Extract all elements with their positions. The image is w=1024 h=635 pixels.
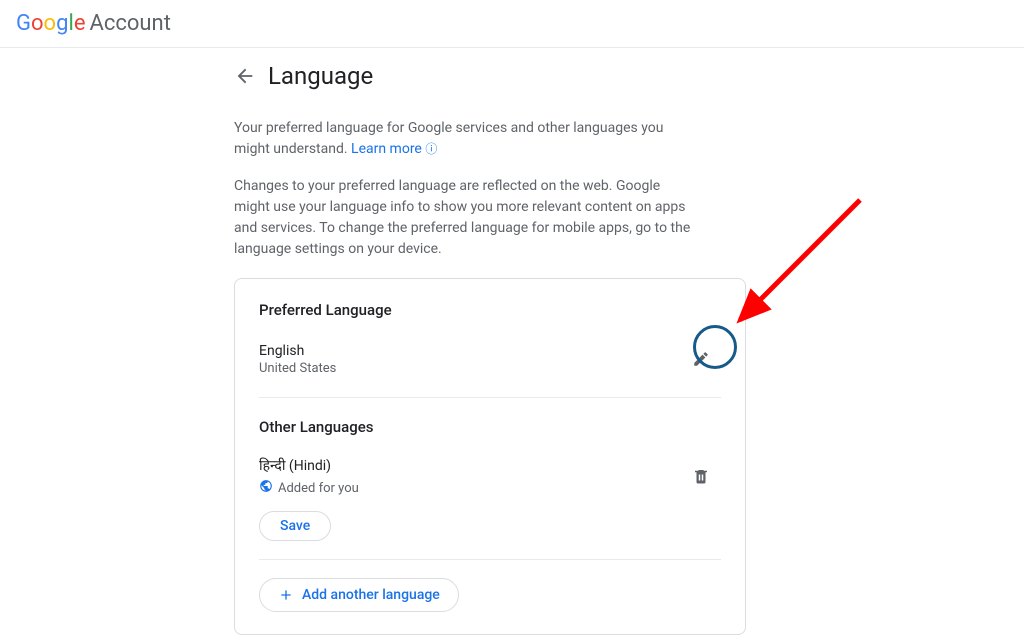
preferred-language-region: United States xyxy=(259,361,336,376)
learn-more-link[interactable]: Learn more ⓘ xyxy=(351,141,437,157)
preferred-language-row: English United States xyxy=(259,339,721,398)
other-language-row: हिन्दी (Hindi) Added for you xyxy=(259,456,721,497)
preferred-language-info: English United States xyxy=(259,343,336,376)
page-title: Language xyxy=(268,62,373,90)
desc1-text: Your preferred language for Google servi… xyxy=(234,120,663,157)
edit-button[interactable] xyxy=(681,339,721,379)
description-2: Changes to your preferred language are r… xyxy=(234,176,694,260)
preferred-language-title: Preferred Language xyxy=(259,301,721,319)
other-languages-title: Other Languages xyxy=(259,418,721,436)
delete-button[interactable] xyxy=(681,456,721,496)
description-1: Your preferred language for Google servi… xyxy=(234,118,694,160)
help-icon: ⓘ xyxy=(425,140,437,158)
add-language-label: Add another language xyxy=(302,587,440,603)
added-for-you-text: Added for you xyxy=(278,481,359,496)
other-language-name: हिन्दी (Hindi) xyxy=(259,456,359,475)
language-card: Preferred Language English United States… xyxy=(234,278,746,635)
pencil-icon xyxy=(692,350,710,368)
added-for-you-label: Added for you xyxy=(259,479,359,497)
header: Google Account xyxy=(0,0,1024,48)
main-content: Language Your preferred language for Goo… xyxy=(0,48,760,635)
title-row: Language xyxy=(234,62,760,90)
preferred-language-name: English xyxy=(259,343,336,359)
add-language-button[interactable]: Add another language xyxy=(259,578,459,612)
google-account-logo: Google Account xyxy=(16,11,171,36)
other-language-info: हिन्दी (Hindi) Added for you xyxy=(259,456,359,497)
back-arrow-icon[interactable] xyxy=(234,65,256,87)
logo-account-text: Account xyxy=(89,11,170,36)
plus-icon xyxy=(278,587,294,603)
save-button[interactable]: Save xyxy=(259,511,331,541)
divider xyxy=(259,559,721,560)
trash-icon xyxy=(692,467,710,485)
globe-icon xyxy=(259,479,273,497)
